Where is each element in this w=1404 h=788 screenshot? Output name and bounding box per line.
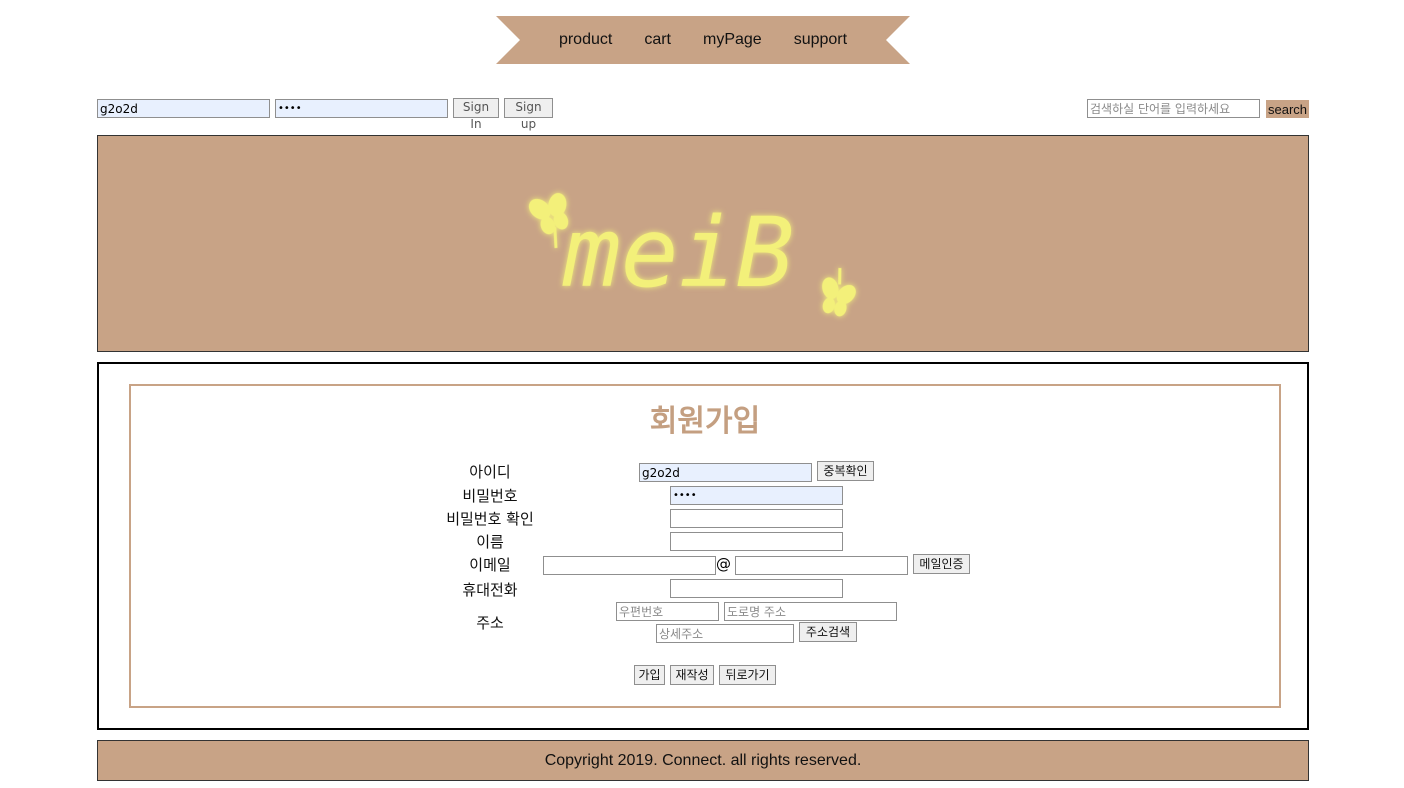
- search-input[interactable]: [1087, 99, 1260, 118]
- banner: meiB: [97, 135, 1309, 352]
- footer: Copyright 2019. Connect. all rights rese…: [97, 740, 1309, 781]
- password-confirm-label: 비밀번호 확인: [446, 510, 534, 528]
- id-label: 아이디: [469, 463, 511, 481]
- phone-label: 휴대전화: [462, 581, 518, 599]
- name-input[interactable]: [670, 532, 843, 551]
- signin-button[interactable]: Sign In: [453, 98, 499, 131]
- logo: meiB: [528, 193, 856, 317]
- butterfly-icon: [822, 267, 856, 317]
- id-input[interactable]: [639, 463, 812, 482]
- reset-button[interactable]: 재작성: [670, 665, 714, 685]
- nav-item-cart[interactable]: cart: [644, 31, 671, 49]
- email-local-input[interactable]: [543, 556, 716, 575]
- address-search-button[interactable]: 주소검색: [799, 622, 857, 642]
- email-at-symbol: @: [716, 555, 731, 573]
- password-input[interactable]: [670, 486, 843, 505]
- nav-item-support[interactable]: support: [794, 31, 847, 49]
- top-nav-ribbon: product cart myPage support: [496, 16, 910, 64]
- password-confirm-input[interactable]: [670, 509, 843, 528]
- logo-text: meiB: [562, 197, 794, 309]
- join-button[interactable]: 가입: [634, 665, 665, 685]
- email-domain-input[interactable]: [735, 556, 908, 575]
- email-verify-button[interactable]: 메일인증: [913, 554, 970, 574]
- search-button[interactable]: search: [1266, 100, 1309, 118]
- address-label: 주소: [476, 614, 504, 632]
- signup-button[interactable]: Sign up: [504, 98, 553, 131]
- login-id-input[interactable]: [97, 99, 270, 118]
- page-title: 회원가입: [649, 404, 761, 439]
- zipcode-input[interactable]: [616, 602, 719, 621]
- copyright-text: Copyright 2019. Connect. all rights rese…: [544, 751, 862, 769]
- login-password-input[interactable]: [275, 99, 448, 118]
- top-nav: product cart myPage support: [496, 16, 910, 64]
- road-address-input[interactable]: [724, 602, 897, 621]
- phone-input[interactable]: [670, 579, 843, 598]
- name-label: 이름: [476, 533, 504, 551]
- detail-address-input[interactable]: [656, 624, 794, 643]
- password-label: 비밀번호: [462, 487, 518, 505]
- nav-item-mypage[interactable]: myPage: [703, 31, 762, 49]
- nav-item-product[interactable]: product: [559, 31, 612, 49]
- back-button[interactable]: 뒤로가기: [719, 665, 776, 685]
- duplicate-check-button[interactable]: 중복확인: [817, 461, 874, 481]
